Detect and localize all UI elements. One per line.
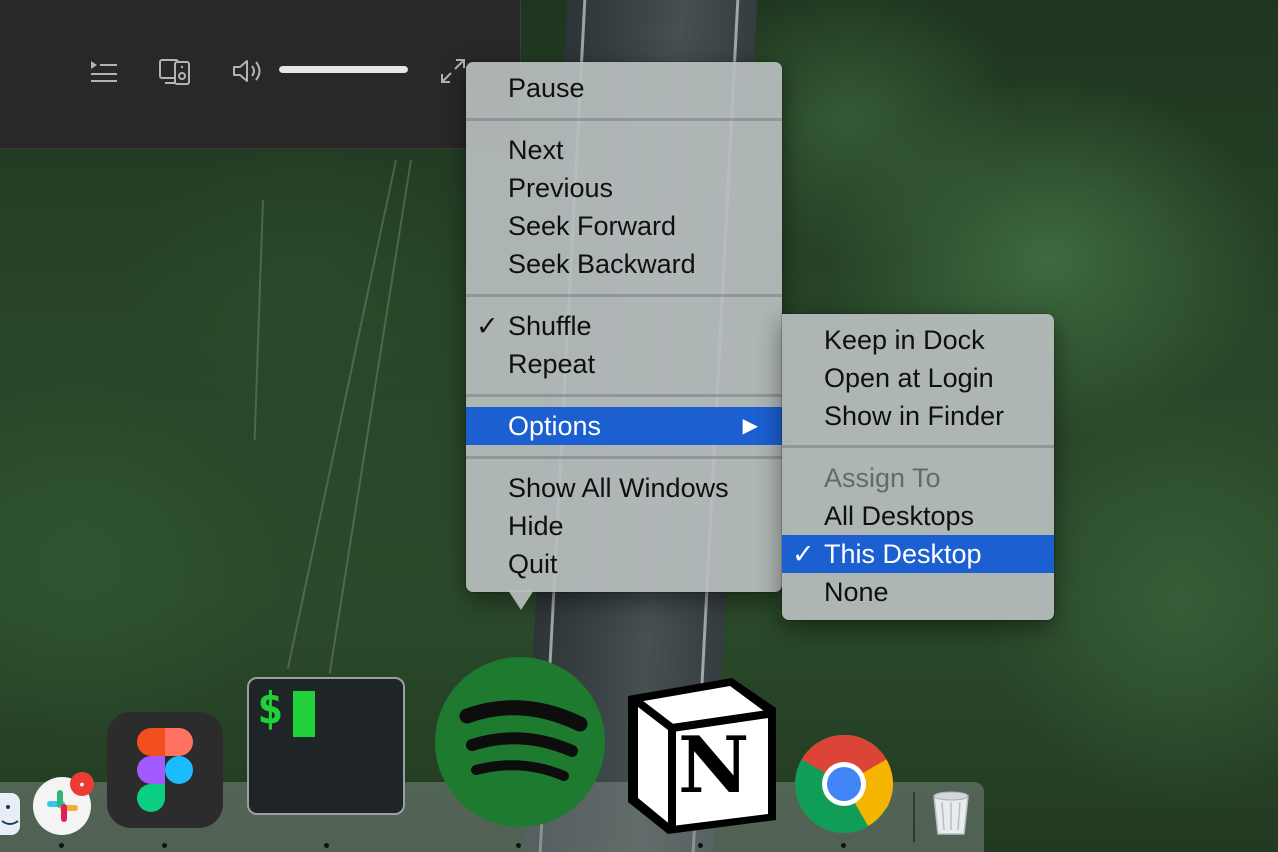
menu-item-none[interactable]: None [782,573,1054,611]
menu-item-repeat[interactable]: Repeat [466,345,782,383]
trash-icon[interactable] [928,788,974,841]
menu-separator [466,394,782,397]
menu-item-label: Seek Backward [508,249,696,279]
spotify-icon[interactable] [434,656,606,833]
checkmark-icon: ✓ [792,539,815,569]
menu-item-options[interactable]: Options ▶ [466,407,782,445]
menu-separator [782,445,1054,448]
menu-item-all-desktops[interactable]: All Desktops [782,497,1054,535]
menu-item-seek-backward[interactable]: Seek Backward [466,245,782,283]
volume-slider[interactable] [279,66,408,73]
volume-icon[interactable] [232,58,264,89]
menu-item-label: Hide [508,511,564,541]
running-indicator [841,843,846,848]
menu-item-previous[interactable]: Previous [466,169,782,207]
menu-item-label: Next [508,135,564,165]
running-indicator [516,843,521,848]
menu-item-label: Keep in Dock [824,325,985,355]
menu-pointer-caret [508,590,534,610]
menu-item-open-at-login[interactable]: Open at Login [782,359,1054,397]
running-indicator [698,843,703,848]
menu-item-label: This Desktop [824,539,982,569]
menu-item-label: Quit [508,549,558,579]
menu-item-pause[interactable]: Pause [466,69,782,107]
menu-item-show-in-finder[interactable]: Show in Finder [782,397,1054,435]
menu-item-shuffle[interactable]: ✓ Shuffle [466,307,782,345]
menu-item-label: Assign To [824,463,941,493]
running-indicator [59,843,64,848]
menu-separator [466,294,782,297]
menu-item-label: Show in Finder [824,401,1005,431]
menu-item-keep-in-dock[interactable]: Keep in Dock [782,321,1054,359]
menu-item-show-all-windows[interactable]: Show All Windows [466,469,782,507]
wallpaper-wire [253,199,264,440]
menu-item-next[interactable]: Next [466,131,782,169]
menu-item-label: Previous [508,173,614,203]
menu-item-this-desktop[interactable]: ✓ This Desktop [782,535,1054,573]
terminal-prompt: $ [257,683,284,734]
running-indicator [324,843,329,848]
connect-devices-icon[interactable] [159,58,191,91]
menu-separator [466,118,782,121]
menu-separator [466,456,782,459]
queue-icon[interactable] [90,58,118,89]
slack-icon[interactable]: • [32,772,94,841]
checkmark-icon: ✓ [476,311,499,341]
options-submenu: Keep in Dock Open at Login Show in Finde… [782,314,1054,620]
menu-item-label: Shuffle [508,311,592,341]
menu-item-seek-forward[interactable]: Seek Forward [466,207,782,245]
running-indicator [162,843,167,848]
notion-icon[interactable]: N [622,674,782,841]
menu-item-label: Show All Windows [508,473,729,503]
submenu-arrow-icon: ▶ [742,415,758,437]
menu-heading-assign-to: Assign To [782,459,1054,497]
terminal-icon[interactable]: $ [247,677,405,815]
menu-item-label: Repeat [508,349,596,379]
notification-badge: • [70,772,94,796]
terminal-cursor [293,691,315,737]
figma-icon[interactable] [107,712,223,833]
menu-item-quit[interactable]: Quit [466,545,782,583]
fullscreen-icon[interactable] [440,58,466,89]
menu-item-label: None [824,577,889,607]
volume-slider-fill [279,66,408,73]
menu-item-label: Options [508,411,602,441]
spotify-player-window [0,0,521,149]
menu-item-label: Pause [508,73,585,103]
chrome-icon[interactable] [794,734,894,839]
notion-letter: N [678,720,750,811]
menu-item-label: Seek Forward [508,211,677,241]
dock-divider [913,792,915,842]
menu-item-label: All Desktops [824,501,975,531]
menu-item-label: Open at Login [824,363,994,393]
dock-context-menu: Pause Next Previous Seek Forward Seek Ba… [466,62,782,592]
menu-item-hide[interactable]: Hide [466,507,782,545]
finder-icon[interactable] [0,793,20,840]
